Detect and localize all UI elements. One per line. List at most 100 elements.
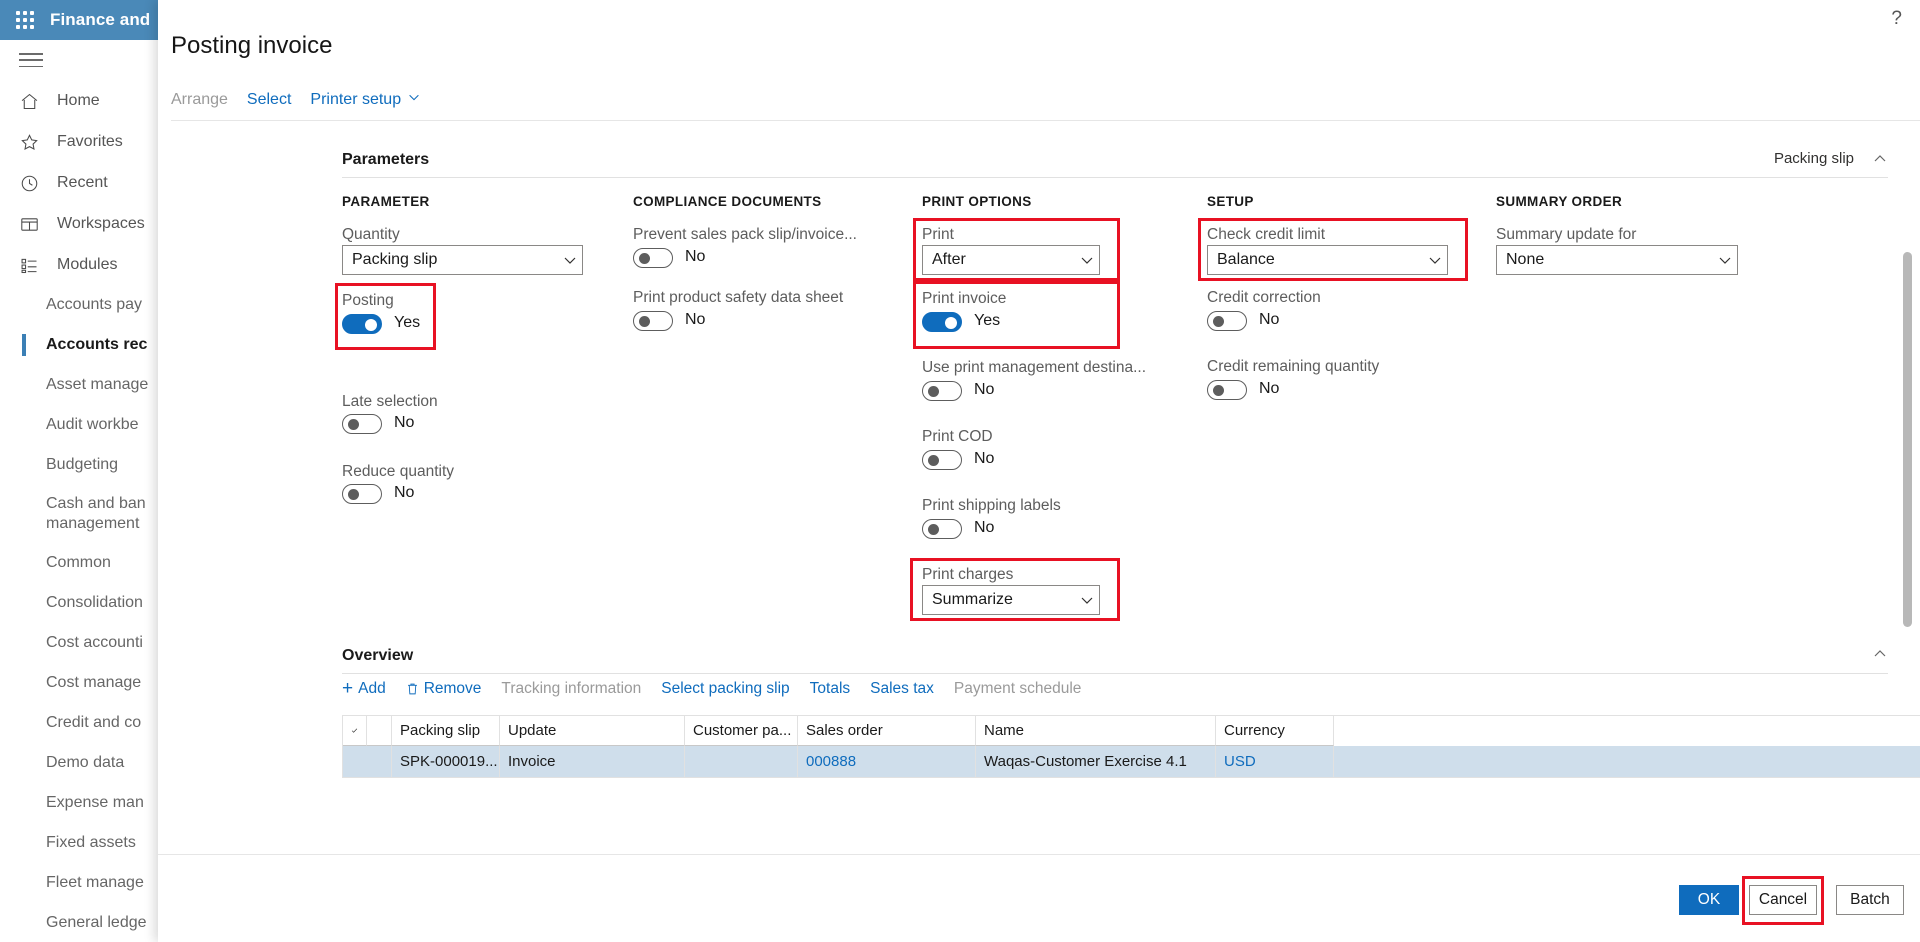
ok-button[interactable]: OK: [1679, 885, 1739, 915]
cell-customer-pa: [685, 746, 798, 777]
app-launcher-icon[interactable]: [14, 9, 36, 31]
sidebar-item-label: Expense man: [46, 794, 144, 811]
arrange-button: Arrange: [171, 90, 228, 108]
column-header-print-options: PRINT OPTIONS: [922, 194, 1032, 209]
col-header-customer-pa[interactable]: Customer pa...: [685, 716, 798, 746]
col-header-currency[interactable]: Currency: [1216, 716, 1334, 746]
action-label: Payment schedule: [953, 680, 1082, 697]
late-selection-label: Late selection: [342, 393, 438, 410]
column-header-summary-order: SUMMARY ORDER: [1496, 194, 1623, 209]
sidebar-item-label: Credit and co: [46, 714, 142, 731]
add-action[interactable]: + Add: [342, 679, 386, 698]
sidebar-item-label: Cost manage: [46, 674, 142, 691]
packing-slip-label: Packing slip: [1773, 150, 1854, 167]
sidebar-item-label: Recent: [57, 173, 108, 191]
sidebar-item-label: Common: [46, 554, 111, 571]
sidebar-item-label: Modules: [57, 255, 118, 273]
workspace-icon: [19, 214, 43, 234]
payment-schedule-action: Payment schedule: [954, 680, 1082, 698]
cancel-button[interactable]: Cancel: [1749, 885, 1817, 915]
print-charges-label: Print charges: [922, 566, 1014, 583]
totals-action[interactable]: Totals: [810, 680, 851, 698]
select-button[interactable]: Select: [247, 91, 291, 109]
printer-setup-label: Printer setup: [310, 91, 402, 108]
print-product-safety-toggle[interactable]: [633, 311, 673, 331]
print-shipping-labels-label: Print shipping labels: [922, 497, 1061, 514]
chevron-down-icon: [1079, 252, 1095, 268]
parameters-scrollbar-thumb[interactable]: [1903, 252, 1912, 627]
sidebar-item-label: General ledge: [46, 914, 147, 931]
parameters-scrollbar[interactable]: [1903, 252, 1916, 632]
credit-remaining-quantity-label: Credit remaining quantity: [1207, 358, 1380, 375]
late-selection-value: No: [394, 414, 415, 431]
chevron-down-icon: [562, 252, 578, 268]
sidebar-item-label: Audit workbe: [46, 416, 139, 433]
action-label: Totals: [809, 680, 851, 697]
sidebar-item-label: Accounts pay: [46, 296, 143, 313]
col-header-packing-slip[interactable]: Packing slip: [392, 716, 500, 746]
grid-header-row: Packing slip Update Customer pa... Sales…: [343, 716, 1920, 746]
remove-action[interactable]: Remove: [406, 680, 481, 698]
posting-toggle[interactable]: [342, 314, 382, 334]
late-selection-toggle[interactable]: [342, 414, 382, 434]
credit-remaining-quantity-toggle[interactable]: [1207, 380, 1247, 400]
select-all-checkbox[interactable]: [343, 716, 367, 746]
sales-tax-action[interactable]: Sales tax: [870, 680, 934, 698]
grid-gutter-header: [367, 716, 392, 746]
print-charges-select[interactable]: Summarize: [922, 585, 1100, 615]
quantity-value: Packing slip: [352, 251, 438, 268]
print-charges-value: Summarize: [932, 591, 1013, 608]
chevron-down-icon: [407, 90, 421, 109]
print-shipping-labels-toggle[interactable]: [922, 519, 962, 539]
use-print-mgmt-toggle[interactable]: [922, 381, 962, 401]
print-product-safety-label: Print product safety data sheet: [633, 289, 844, 306]
credit-correction-label: Credit correction: [1207, 289, 1321, 306]
reduce-quantity-label: Reduce quantity: [342, 463, 455, 480]
sidebar-item-label: Workspaces: [57, 214, 145, 232]
print-invoice-toggle[interactable]: [922, 312, 962, 332]
modules-icon: [19, 255, 43, 275]
action-label: Add: [358, 680, 386, 697]
overview-actions: + Add Remove Tracking information Select pac…: [342, 679, 1082, 698]
tracking-information-action: Tracking information: [501, 680, 641, 698]
dialog-footer: OK Cancel Batch: [158, 854, 1920, 942]
action-label: Select packing slip: [661, 680, 790, 697]
chevron-up-icon[interactable]: [1872, 646, 1888, 662]
overview-divider: [342, 673, 1888, 674]
action-label: Sales tax: [870, 680, 934, 697]
print-invoice-value: Yes: [974, 312, 1001, 329]
col-header-sales-order[interactable]: Sales order: [798, 716, 976, 746]
chevron-up-icon[interactable]: [1872, 151, 1888, 167]
sidebar-item-label: Fixed assets: [46, 834, 136, 851]
col-header-name[interactable]: Name: [976, 716, 1216, 746]
row-checkbox[interactable]: [343, 746, 367, 777]
column-header-parameter: PARAMETER: [342, 194, 430, 209]
screen-root: Finance and Home Favorites Recent Worksp…: [0, 0, 1920, 942]
sidebar-item-label: Budgeting: [46, 456, 119, 473]
printer-setup-menu[interactable]: Printer setup: [310, 90, 421, 109]
select-packing-slip-action[interactable]: Select packing slip: [661, 680, 789, 698]
print-select[interactable]: After: [922, 245, 1100, 275]
credit-correction-toggle[interactable]: [1207, 311, 1247, 331]
parameters-divider: [342, 177, 1888, 178]
table-row[interactable]: SPK-000019... Invoice 000888 Waqas-Custo…: [343, 746, 1920, 777]
col-header-update[interactable]: Update: [500, 716, 685, 746]
help-question-icon[interactable]: ?: [1891, 8, 1902, 30]
posting-label: Posting: [342, 292, 394, 309]
quantity-select[interactable]: Packing slip: [342, 245, 583, 275]
summary-update-for-select[interactable]: None: [1496, 245, 1738, 275]
batch-button[interactable]: Batch: [1836, 885, 1904, 915]
cell-sales-order[interactable]: 000888: [798, 746, 976, 777]
cell-currency[interactable]: USD: [1216, 746, 1334, 777]
check-credit-limit-select[interactable]: Balance: [1207, 245, 1448, 275]
print-product-safety-value: No: [685, 311, 706, 328]
use-print-mgmt-label: Use print management destina...: [922, 359, 1147, 376]
reduce-quantity-toggle[interactable]: [342, 484, 382, 504]
prevent-sales-pack-toggle[interactable]: [633, 248, 673, 268]
chevron-down-icon: [1427, 252, 1443, 268]
summary-update-for-label: Summary update for: [1496, 226, 1637, 243]
toolbar-divider: [171, 120, 1920, 121]
print-cod-toggle[interactable]: [922, 450, 962, 470]
cell-packing-slip: SPK-000019...: [392, 746, 500, 777]
row-gutter: [367, 746, 392, 777]
